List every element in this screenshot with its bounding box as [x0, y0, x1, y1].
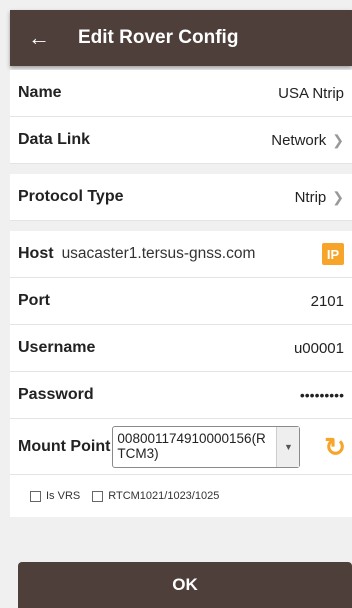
host-row[interactable]: Host usacaster1.tersus-gnss.com IP — [10, 231, 352, 278]
username-label: Username — [18, 339, 96, 356]
is-vrs-label: Is VRS — [46, 490, 81, 502]
protocol-type-row[interactable]: Protocol Type Ntrip ❯ — [10, 174, 352, 221]
options-row: Is VRS RTCM1021/1023/1025 — [10, 475, 352, 517]
ip-toggle-button[interactable]: IP — [322, 243, 344, 265]
is-vrs-checkbox[interactable] — [30, 490, 41, 502]
port-value[interactable]: 2101 — [311, 293, 344, 310]
host-label: Host — [18, 245, 54, 262]
config-form: Name USA Ntrip Data Link Network ❯ Proto… — [10, 70, 352, 517]
ok-button[interactable]: OK — [18, 562, 352, 608]
rtcm-checkbox[interactable] — [92, 490, 104, 502]
port-label: Port — [18, 292, 50, 309]
data-link-label: Data Link — [18, 131, 91, 148]
mount-point-value: 008001174910000156(RTCM3) — [117, 430, 266, 461]
username-row[interactable]: Username u00001 — [10, 325, 352, 372]
password-label: Password — [18, 386, 94, 403]
mount-point-row: Mount Point 008001174910000156(RTCM3) ▼ … — [10, 419, 352, 475]
chevron-right-icon: ❯ — [332, 131, 344, 148]
chevron-right-icon: ❯ — [332, 188, 344, 205]
dropdown-arrow-icon[interactable]: ▼ — [276, 426, 300, 467]
name-row[interactable]: Name USA Ntrip — [10, 70, 352, 117]
back-arrow-icon[interactable]: ← — [28, 27, 52, 49]
mount-point-label: Mount Point — [18, 437, 111, 455]
password-row[interactable]: Password ••••••••• — [10, 372, 352, 419]
host-value[interactable]: usacaster1.tersus-gnss.com — [62, 245, 256, 263]
protocol-type-value: Ntrip — [294, 188, 327, 206]
username-value[interactable]: u00001 — [294, 340, 344, 357]
rtcm-label: RTCM1021/1023/1025 — [108, 490, 220, 502]
page-title: Edit Rover Config — [78, 27, 239, 48]
data-link-value: Network — [271, 131, 327, 149]
port-row[interactable]: Port 2101 — [10, 278, 352, 325]
mount-point-select[interactable]: 008001174910000156(RTCM3) ▼ — [112, 425, 301, 468]
password-value[interactable]: ••••••••• — [300, 387, 344, 403]
name-value: USA Ntrip — [278, 84, 344, 102]
name-label: Name — [18, 84, 62, 101]
data-link-row[interactable]: Data Link Network ❯ — [10, 117, 352, 164]
refresh-icon[interactable]: ↻ — [324, 434, 346, 460]
protocol-type-label: Protocol Type — [18, 188, 124, 205]
app-header: ← Edit Rover Config — [10, 10, 352, 66]
